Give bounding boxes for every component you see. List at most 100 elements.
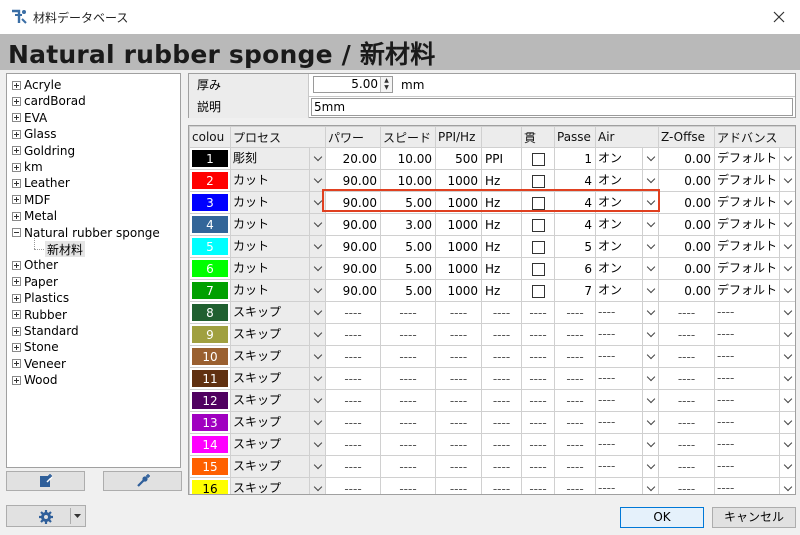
table-row[interactable]: 8 スキップ ---- ---- ---- ---- ---- ---- ---- ---- ---…: [189, 301, 795, 324]
air-select[interactable]: オン: [595, 191, 659, 214]
advanced-select[interactable]: ----: [714, 411, 795, 434]
power-cell[interactable]: ----: [325, 301, 381, 324]
through-checkbox-cell[interactable]: [521, 213, 555, 236]
passes-cell[interactable]: 6: [554, 257, 596, 280]
frequency-cell[interactable]: ----: [435, 455, 482, 478]
through-checkbox[interactable]: [531, 218, 545, 232]
layer-color-cell[interactable]: 9: [189, 323, 231, 346]
z-offset-cell[interactable]: 0.00: [658, 257, 715, 280]
passes-cell[interactable]: ----: [554, 433, 596, 456]
advanced-select[interactable]: ----: [714, 455, 795, 478]
air-select[interactable]: オン: [595, 213, 659, 236]
expand-icon[interactable]: [12, 113, 21, 123]
chevron-down-icon[interactable]: [309, 236, 325, 257]
expand-icon[interactable]: [12, 162, 21, 172]
advanced-select[interactable]: デフォルト: [714, 191, 795, 214]
table-row[interactable]: 5 カット 90.00 5.00 1000 Hz 5 オン 0.00 デフォルト: [189, 235, 795, 258]
chevron-down-icon[interactable]: [779, 390, 795, 411]
thickness-spinner[interactable]: ▲ ▼: [380, 77, 392, 92]
table-row[interactable]: 12 スキップ ---- ---- ---- ---- ---- ---- ---- ---- --…: [189, 389, 795, 412]
column-header[interactable]: Air: [595, 126, 659, 148]
power-cell[interactable]: ----: [325, 345, 381, 368]
frequency-cell[interactable]: ----: [435, 389, 482, 412]
process-select[interactable]: スキップ: [230, 301, 326, 324]
chevron-down-icon[interactable]: [642, 456, 658, 477]
column-header[interactable]: スピード: [380, 126, 436, 148]
process-select[interactable]: スキップ: [230, 477, 326, 494]
tree-item[interactable]: cardBorad: [12, 93, 86, 109]
chevron-down-icon[interactable]: [642, 148, 658, 169]
chevron-down-icon[interactable]: [309, 192, 325, 213]
material-tree[interactable]: Acryle cardBorad EVA Glass Goldring km Leather…: [6, 73, 181, 468]
speed-cell[interactable]: ----: [380, 367, 436, 390]
expand-icon[interactable]: [12, 96, 21, 106]
tree-item[interactable]: Rubber: [12, 307, 67, 323]
air-select[interactable]: オン: [595, 147, 659, 170]
expand-icon[interactable]: [12, 260, 21, 270]
passes-cell[interactable]: ----: [554, 367, 596, 390]
expand-icon[interactable]: [12, 310, 21, 320]
passes-cell[interactable]: 5: [554, 235, 596, 258]
advanced-select[interactable]: ----: [714, 367, 795, 390]
frequency-cell[interactable]: 1000: [435, 191, 482, 214]
frequency-cell[interactable]: ----: [435, 433, 482, 456]
column-header[interactable]: PPI/Hz: [435, 126, 482, 148]
chevron-down-icon[interactable]: [779, 148, 795, 169]
table-row[interactable]: 6 カット 90.00 5.00 1000 Hz 6 オン 0.00 デフォルト: [189, 257, 795, 280]
z-offset-cell[interactable]: ----: [658, 455, 715, 478]
chevron-down-icon[interactable]: [309, 390, 325, 411]
passes-cell[interactable]: ----: [554, 455, 596, 478]
chevron-down-icon[interactable]: [642, 434, 658, 455]
layer-color-cell[interactable]: 11: [189, 367, 231, 390]
z-offset-cell[interactable]: 0.00: [658, 235, 715, 258]
speed-cell[interactable]: ----: [380, 477, 436, 494]
process-select[interactable]: カット: [230, 257, 326, 280]
process-select[interactable]: スキップ: [230, 455, 326, 478]
through-checkbox[interactable]: [531, 196, 545, 210]
passes-cell[interactable]: 7: [554, 279, 596, 302]
advanced-select[interactable]: デフォルト: [714, 279, 795, 302]
layer-color-cell[interactable]: 14: [189, 433, 231, 456]
layer-color-cell[interactable]: 4: [189, 213, 231, 236]
speed-cell[interactable]: ----: [380, 433, 436, 456]
layer-color-cell[interactable]: 5: [189, 235, 231, 258]
through-checkbox-cell[interactable]: ----: [521, 323, 555, 346]
chevron-down-icon[interactable]: [309, 456, 325, 477]
air-select[interactable]: ----: [595, 301, 659, 324]
process-select[interactable]: 彫刻: [230, 147, 326, 170]
frequency-cell[interactable]: 500: [435, 147, 482, 170]
process-select[interactable]: スキップ: [230, 345, 326, 368]
chevron-down-icon[interactable]: [309, 434, 325, 455]
frequency-cell[interactable]: 1000: [435, 279, 482, 302]
column-header[interactable]: プロセス: [230, 126, 326, 148]
z-offset-cell[interactable]: ----: [658, 411, 715, 434]
power-cell[interactable]: 90.00: [325, 191, 381, 214]
expand-icon[interactable]: [12, 375, 21, 385]
through-checkbox-cell[interactable]: ----: [521, 301, 555, 324]
expand-icon[interactable]: [12, 342, 21, 352]
chevron-down-icon[interactable]: [309, 258, 325, 279]
layer-color-cell[interactable]: 8: [189, 301, 231, 324]
power-cell[interactable]: ----: [325, 323, 381, 346]
speed-cell[interactable]: 10.00: [380, 147, 436, 170]
chevron-down-icon[interactable]: [642, 390, 658, 411]
advanced-select[interactable]: デフォルト: [714, 147, 795, 170]
passes-cell[interactable]: ----: [554, 323, 596, 346]
expand-icon[interactable]: [12, 359, 21, 369]
air-select[interactable]: ----: [595, 389, 659, 412]
expand-icon[interactable]: [12, 129, 21, 139]
process-select[interactable]: カット: [230, 279, 326, 302]
air-select[interactable]: ----: [595, 411, 659, 434]
collapse-icon[interactable]: [12, 228, 21, 238]
air-select[interactable]: オン: [595, 279, 659, 302]
layer-color-cell[interactable]: 15: [189, 455, 231, 478]
chevron-down-icon[interactable]: [642, 170, 658, 191]
chevron-down-icon[interactable]: [779, 478, 795, 494]
chevron-down-icon[interactable]: [642, 412, 658, 433]
passes-cell[interactable]: ----: [554, 345, 596, 368]
chevron-down-icon[interactable]: [642, 236, 658, 257]
power-cell[interactable]: 90.00: [325, 279, 381, 302]
chevron-down-icon[interactable]: [779, 214, 795, 235]
chevron-down-icon[interactable]: [642, 192, 658, 213]
cancel-button[interactable]: キャンセル: [712, 507, 796, 528]
